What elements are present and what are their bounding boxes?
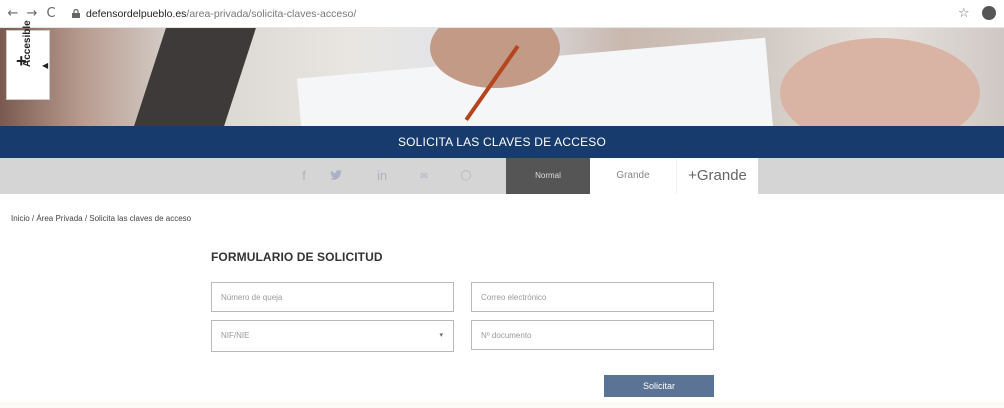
document-type-value: NIF/NIE <box>221 331 250 340</box>
twitter-icon[interactable] <box>324 166 348 186</box>
url-path: /area-privada/solicita-claves-acceso/ <box>186 8 357 20</box>
hand-shape-right <box>780 38 980 126</box>
url-host: defensordelpueblo.es <box>86 8 187 20</box>
address-bar[interactable]: defensordelpueblo.es/area-privada/solici… <box>72 4 972 24</box>
bookmark-star-icon[interactable]: ☆ <box>958 6 970 21</box>
page-title: SOLICITA LAS CLAVES DE ACCESO <box>0 126 1004 158</box>
email-icon[interactable]: ✉ <box>412 166 436 186</box>
document-type-select[interactable]: NIF/NIE ▾ <box>211 320 454 352</box>
triangle-left-icon: ◀ <box>42 61 49 70</box>
lock-icon <box>72 9 80 18</box>
facebook-icon[interactable]: f <box>292 166 316 186</box>
linkedin-icon[interactable]: in <box>370 166 394 186</box>
back-arrow-icon[interactable]: ← <box>6 6 20 22</box>
chevron-down-icon: ▾ <box>439 332 443 339</box>
accessibility-label: Accesible <box>22 20 33 67</box>
browser-toolbar: ← → C defensordelpueblo.es/area-privada/… <box>0 0 1004 28</box>
profile-avatar[interactable] <box>982 6 996 20</box>
tools-bar: f in ✉ ◯ Normal Grande +Grande <box>0 158 1004 194</box>
font-size-normal-button[interactable]: Normal <box>506 158 590 194</box>
complaint-number-input[interactable] <box>211 282 454 312</box>
form-title: FORMULARIO DE SOLICITUD <box>211 250 383 264</box>
accessibility-tab[interactable]: + Accesible ◀ <box>6 20 50 100</box>
laptop-shape <box>134 28 256 126</box>
submit-button[interactable]: Solicitar <box>604 375 714 397</box>
font-size-large-button[interactable]: Grande <box>590 158 676 194</box>
hero-image <box>0 28 1004 126</box>
breadcrumb[interactable]: Inicio / Área Privada / Solicita las cla… <box>11 214 191 223</box>
document-number-input[interactable] <box>471 320 714 350</box>
footer-stripe <box>0 402 1004 408</box>
whatsapp-icon[interactable]: ◯ <box>454 166 478 186</box>
email-input[interactable] <box>471 282 714 312</box>
reload-icon[interactable]: C <box>44 6 58 22</box>
font-size-larger-button[interactable]: +Grande <box>676 158 758 194</box>
